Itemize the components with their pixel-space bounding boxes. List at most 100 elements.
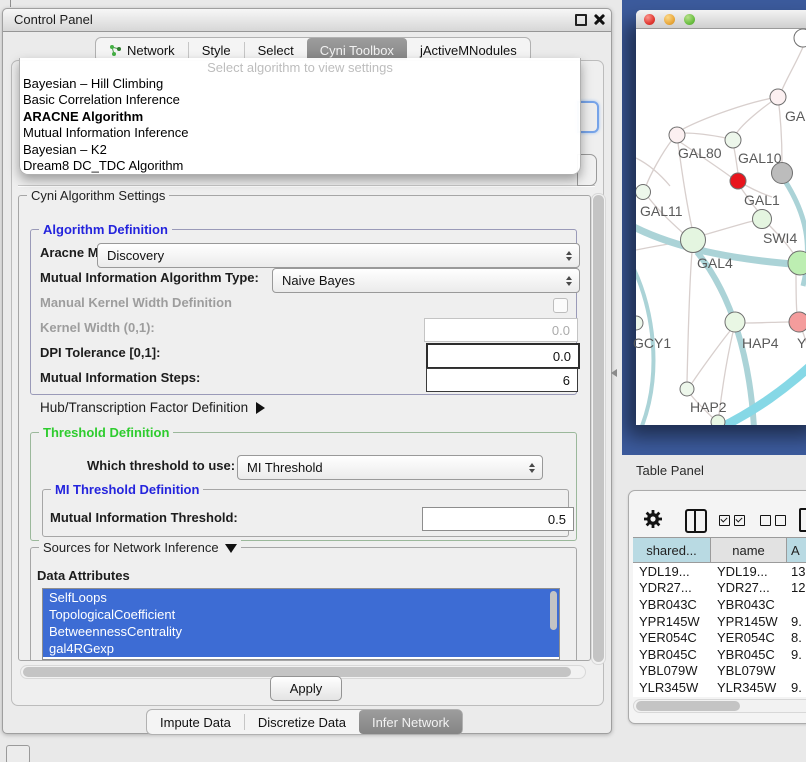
algorithm-popup: Select algorithm to view settings Bayesi… [19, 58, 581, 175]
node-gal1-red[interactable] [730, 173, 746, 189]
hub-definition-toggle[interactable]: Hub/Transcription Factor Definition [40, 400, 265, 415]
settings-vertical-scrollbar[interactable] [591, 193, 606, 665]
table-row[interactable]: YIL052CYIL052C0. [633, 696, 806, 697]
node-partial-top[interactable] [794, 29, 806, 47]
table-row[interactable]: YLR345WYLR345W9. [633, 679, 806, 696]
tab-label: Cyni Toolbox [320, 43, 394, 58]
mi-algorithm-type-select[interactable]: Naive Bayes [272, 268, 580, 293]
mi-steps-input[interactable]: 6 [426, 368, 578, 392]
table-row[interactable]: YER054CYER054C8. [633, 629, 806, 646]
expanded-arrow-icon[interactable] [225, 544, 237, 553]
zoom-traffic-light-icon[interactable] [684, 14, 695, 25]
algorithm-option[interactable]: Bayesian – Hill Climbing [20, 76, 580, 92]
group-title: Threshold Definition [39, 425, 173, 440]
control-panel-window: Control Panel Network Style Select Cyni … [2, 8, 612, 734]
list-scrollbar[interactable] [549, 590, 558, 656]
deselect-all-checkbox-icon[interactable] [760, 515, 771, 526]
mi-steps-label: Mutual Information Steps: [40, 370, 200, 385]
dpi-tolerance-input[interactable]: 0.0 [426, 343, 580, 369]
aracne-mode-select[interactable]: Discovery [97, 243, 580, 268]
table-row[interactable]: YDL19...YDL19...13 [633, 563, 806, 580]
algorithm-option-highlighted[interactable]: ARACNE Algorithm [20, 109, 580, 125]
algorithm-option[interactable]: Basic Correlation Inference [20, 92, 580, 108]
close-traffic-light-icon[interactable] [644, 14, 655, 25]
node-gal-partial[interactable] [770, 89, 786, 105]
panel-divider-arrow[interactable] [611, 369, 617, 377]
table-row[interactable]: YPR145WYPR145W9. [633, 613, 806, 630]
node-label: SWI4 [763, 230, 797, 246]
tab-discretize-data[interactable]: Discretize Data [245, 710, 359, 734]
minimized-panel-icon[interactable] [6, 745, 30, 762]
list-item[interactable]: BetweennessCentrality [43, 623, 559, 640]
mi-threshold-label: Mutual Information Threshold: [50, 510, 238, 525]
control-panel-titlebar: Control Panel [3, 9, 611, 32]
data-attributes-list[interactable]: SelfLoops TopologicalCoefficient Between… [42, 588, 560, 660]
node-gal80[interactable] [669, 127, 685, 143]
node-label: HAP4 [742, 335, 779, 351]
tab-label: Network [127, 43, 175, 58]
mi-threshold-input[interactable]: 0.5 [422, 507, 574, 531]
node-hap2[interactable] [680, 382, 694, 396]
apply-button[interactable]: Apply [270, 676, 342, 701]
table-row[interactable]: YBR045CYBR045C9. [633, 646, 806, 663]
group-title: MI Threshold Definition [51, 482, 203, 497]
node-hap4[interactable] [725, 312, 745, 332]
document-icon[interactable] [799, 508, 806, 532]
algorithm-option[interactable]: Bayesian – K2 [20, 142, 580, 158]
node-salmon[interactable] [789, 312, 806, 332]
select-all-checkbox-icon[interactable] [734, 515, 745, 526]
node-gcy1[interactable] [636, 316, 643, 330]
network-window-titlebar [636, 10, 806, 29]
spinner-arrows-icon [566, 276, 572, 286]
sources-toggle[interactable]: Sources for Network Inference [39, 540, 241, 555]
tab-impute-data[interactable]: Impute Data [147, 710, 244, 734]
node-gal11[interactable] [636, 185, 651, 200]
scrollbar-thumb[interactable] [550, 591, 557, 630]
tab-label: Impute Data [160, 715, 231, 730]
deselect-all-checkbox-icon[interactable] [775, 515, 786, 526]
minimize-traffic-light-icon[interactable] [664, 14, 675, 25]
which-threshold-select[interactable]: MI Threshold [237, 455, 543, 480]
input-value: 0.5 [548, 512, 566, 527]
close-icon[interactable] [593, 14, 604, 25]
column-header-name[interactable]: name [711, 538, 787, 562]
network-nodes [636, 29, 806, 425]
node-gal4[interactable] [681, 228, 706, 253]
node-bottom-partial[interactable] [711, 415, 725, 425]
node-swi4[interactable] [753, 210, 772, 229]
node-gal10[interactable] [725, 132, 741, 148]
scrollbar-thumb[interactable] [593, 195, 604, 662]
show-columns-icon[interactable] [685, 509, 707, 533]
algorithm-option[interactable]: Mutual Information Inference [20, 125, 580, 141]
algorithm-option[interactable]: Dream8 DC_TDC Algorithm [20, 158, 580, 174]
list-item[interactable]: TopologicalCoefficient [43, 606, 559, 623]
table-horizontal-scrollbar[interactable] [633, 699, 806, 713]
table-row[interactable]: YBL079WYBL079W [633, 663, 806, 680]
group-title: Algorithm Definition [39, 222, 172, 237]
tab-label: Select [258, 43, 294, 58]
list-item[interactable]: gal4RGexp [43, 640, 559, 657]
tab-label: Infer Network [372, 715, 449, 730]
sources-title: Sources for Network Inference [43, 540, 219, 555]
tab-label: jActiveMNodules [420, 43, 517, 58]
column-header-partial[interactable]: A [787, 538, 806, 562]
gear-icon[interactable] [643, 509, 663, 534]
group-title: Cyni Algorithm Settings [27, 188, 169, 203]
list-item[interactable]: SelfLoops [43, 589, 559, 606]
tab-infer-network[interactable]: Infer Network [359, 710, 462, 734]
divider-groove [18, 185, 595, 187]
network-icon [109, 44, 122, 57]
collapsed-arrow-icon[interactable] [256, 402, 265, 414]
node-label: GAL10 [738, 150, 782, 166]
select-all-checkbox-icon[interactable] [719, 515, 730, 526]
network-canvas[interactable] [636, 28, 806, 425]
node-bright-green[interactable] [788, 251, 806, 275]
table-row[interactable]: YDR27...YDR27...12 [633, 580, 806, 597]
node-label: GAL4 [697, 255, 733, 271]
column-header-shared-name[interactable]: shared... [633, 538, 711, 562]
table-row[interactable]: YBR043CYBR043C [633, 596, 806, 613]
kernel-width-input[interactable]: 0.0 [424, 318, 578, 342]
scrollbar-thumb[interactable] [636, 701, 740, 711]
manual-kernel-checkbox[interactable] [553, 298, 568, 313]
float-window-icon[interactable] [575, 14, 587, 26]
